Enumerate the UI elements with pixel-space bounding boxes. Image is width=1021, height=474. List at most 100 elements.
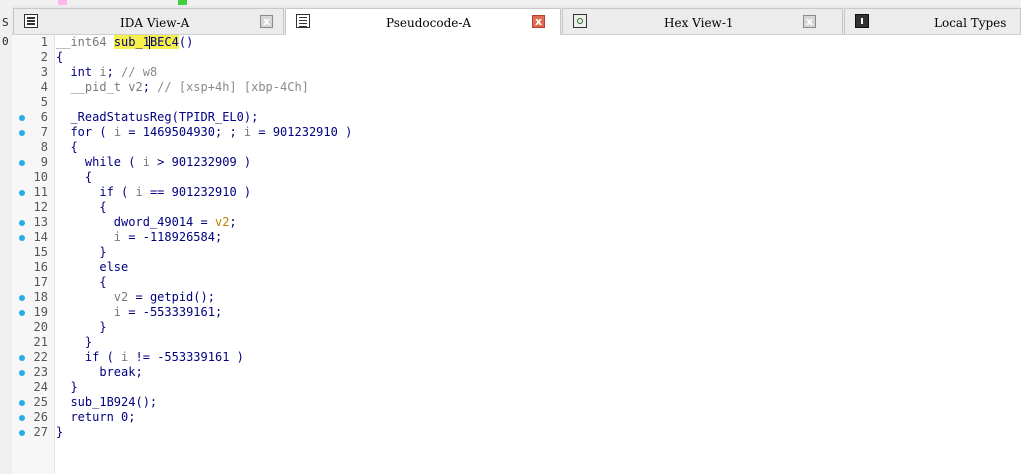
line-number: 2: [40, 50, 48, 64]
breakpoint-dot-icon[interactable]: [19, 115, 25, 121]
code-line-24[interactable]: 24 }: [12, 380, 1021, 395]
code-line-23[interactable]: 23 break;: [12, 365, 1021, 380]
info-icon: [855, 14, 869, 28]
left-strip-char-1: S: [2, 16, 9, 29]
code-text[interactable]: }: [56, 380, 77, 395]
tab-ida-view-a[interactable]: IDA View-A x: [13, 8, 284, 34]
code-text[interactable]: __int64 sub_1BEC4(): [56, 35, 193, 50]
line-number: 15: [33, 245, 48, 259]
close-icon[interactable]: x: [532, 15, 545, 28]
breakpoint-dot-icon[interactable]: [19, 130, 25, 136]
code-line-11[interactable]: 11 if ( i == 901232910 ): [12, 185, 1021, 200]
close-icon[interactable]: x: [260, 15, 273, 28]
line-number: 5: [40, 95, 48, 109]
code-line-1[interactable]: 1 __int64 sub_1BEC4(): [12, 35, 1021, 50]
breakpoint-dot-icon[interactable]: [19, 220, 25, 226]
code-text[interactable]: if ( i != -553339161 ): [56, 350, 244, 365]
breakpoint-dot-icon[interactable]: [19, 235, 25, 241]
line-number: 17: [33, 275, 48, 289]
code-line-15[interactable]: 15 }: [12, 245, 1021, 260]
breakpoint-dot-icon[interactable]: [19, 295, 25, 301]
line-number: 16: [33, 260, 48, 274]
selected-function-name[interactable]: sub_1BEC4: [113, 35, 179, 49]
code-line-19[interactable]: 19 i = -553339161;: [12, 305, 1021, 320]
code-line-14[interactable]: 14 i = -118926584;: [12, 230, 1021, 245]
code-line-26[interactable]: 26 return 0;: [12, 410, 1021, 425]
code-line-9[interactable]: 9 while ( i > 901232909 ): [12, 155, 1021, 170]
code-line-27[interactable]: 27}: [12, 425, 1021, 440]
code-text[interactable]: int i; // w8: [56, 65, 157, 80]
code-listing-icon: [24, 14, 38, 28]
breakpoint-dot-icon[interactable]: [19, 160, 25, 166]
code-text[interactable]: sub_1B924();: [56, 395, 157, 410]
code-line-16[interactable]: 16 else: [12, 260, 1021, 275]
breakpoint-dot-icon[interactable]: [19, 310, 25, 316]
line-number: 11: [33, 185, 48, 199]
hex-view-icon: [573, 14, 587, 28]
code-text[interactable]: {: [56, 200, 106, 215]
code-text[interactable]: v2 = getpid();: [56, 290, 215, 305]
code-line-22[interactable]: 22 if ( i != -553339161 ): [12, 350, 1021, 365]
left-strip-char-2: 0: [2, 35, 9, 48]
code-line-8[interactable]: 8 {: [12, 140, 1021, 155]
line-number: 13: [33, 215, 48, 229]
code-text[interactable]: __pid_t v2; // [xsp+4h] [xbp-4Ch]: [56, 80, 308, 95]
code-text[interactable]: _ReadStatusReg(TPIDR_EL0);: [56, 110, 258, 125]
code-text[interactable]: for ( i = 1469504930; ; i = 901232910 ): [56, 125, 352, 140]
code-line-5[interactable]: 5: [12, 95, 1021, 110]
code-text[interactable]: {: [56, 50, 63, 65]
code-line-21[interactable]: 21 }: [12, 335, 1021, 350]
code-text[interactable]: i = -553339161;: [56, 305, 222, 320]
code-text[interactable]: i = -118926584;: [56, 230, 222, 245]
code-text[interactable]: if ( i == 901232910 ): [56, 185, 251, 200]
tab-local-types[interactable]: Local Types: [844, 8, 1021, 34]
code-text[interactable]: }: [56, 245, 106, 260]
code-line-2[interactable]: 2{: [12, 50, 1021, 65]
code-line-17[interactable]: 17 {: [12, 275, 1021, 290]
line-number: 4: [40, 80, 48, 94]
line-number: 22: [33, 350, 48, 364]
code-line-7[interactable]: 7 for ( i = 1469504930; ; i = 901232910 …: [12, 125, 1021, 140]
code-text[interactable]: break;: [56, 365, 142, 380]
breakpoint-dot-icon[interactable]: [19, 355, 25, 361]
line-number: 19: [33, 305, 48, 319]
tab-pseudocode-a[interactable]: Pseudocode-A x: [285, 8, 561, 35]
code-line-4[interactable]: 4 __pid_t v2; // [xsp+4h] [xbp-4Ch]: [12, 80, 1021, 95]
code-line-10[interactable]: 10 {: [12, 170, 1021, 185]
code-text[interactable]: }: [56, 320, 106, 335]
code-line-12[interactable]: 12 {: [12, 200, 1021, 215]
line-number: 1: [40, 35, 48, 49]
code-line-20[interactable]: 20 }: [12, 320, 1021, 335]
list-icon: [296, 14, 310, 28]
close-icon[interactable]: x: [803, 15, 816, 28]
line-number: 23: [33, 365, 48, 379]
line-number: 12: [33, 200, 48, 214]
code-text[interactable]: while ( i > 901232909 ): [56, 155, 251, 170]
code-line-13[interactable]: 13 dword_49014 = v2;: [12, 215, 1021, 230]
breakpoint-dot-icon[interactable]: [19, 415, 25, 421]
line-number: 14: [33, 230, 48, 244]
breakpoint-dot-icon[interactable]: [19, 430, 25, 436]
breakpoint-dot-icon[interactable]: [19, 190, 25, 196]
code-line-18[interactable]: 18 v2 = getpid();: [12, 290, 1021, 305]
code-text[interactable]: return 0;: [56, 410, 135, 425]
code-text[interactable]: }: [56, 425, 63, 440]
tab-label: IDA View-A: [120, 16, 190, 30]
pseudocode-view[interactable]: 1 __int64 sub_1BEC4() 2{3 int i; // w8 4 __…: [12, 35, 1021, 474]
code-text[interactable]: else: [56, 260, 128, 275]
code-line-25[interactable]: 25 sub_1B924();: [12, 395, 1021, 410]
tab-hex-view-1[interactable]: Hex View-1 x: [562, 8, 843, 34]
line-number: 20: [33, 320, 48, 334]
code-text[interactable]: {: [56, 140, 77, 155]
code-line-6[interactable]: 6 _ReadStatusReg(TPIDR_EL0);: [12, 110, 1021, 125]
code-text[interactable]: {: [56, 275, 106, 290]
breakpoint-dot-icon[interactable]: [19, 370, 25, 376]
code-text[interactable]: dword_49014 = v2;: [56, 215, 237, 230]
code-text[interactable]: {: [56, 170, 92, 185]
line-number: 7: [40, 125, 48, 139]
code-text[interactable]: }: [56, 335, 92, 350]
legend-swatch-green: [178, 0, 187, 5]
code-line-3[interactable]: 3 int i; // w8: [12, 65, 1021, 80]
breakpoint-dot-icon[interactable]: [19, 400, 25, 406]
line-number: 26: [33, 410, 48, 424]
